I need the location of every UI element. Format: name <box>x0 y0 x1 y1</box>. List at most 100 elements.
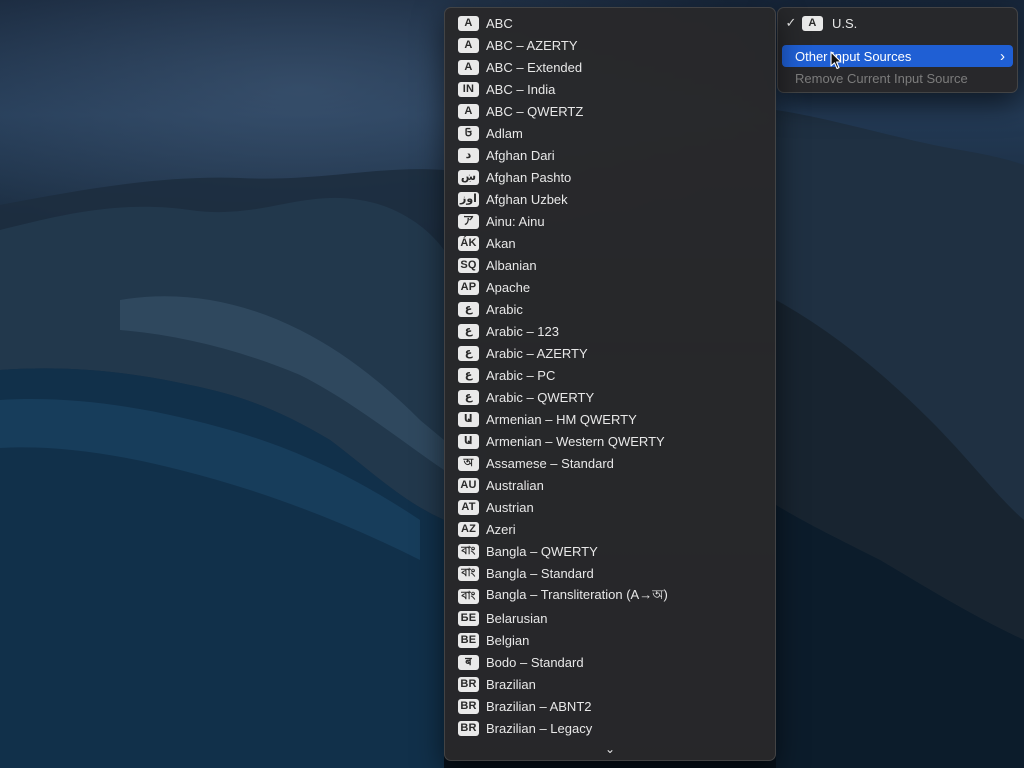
input-source-badge-icon: BR <box>458 676 479 692</box>
input-source-badge-icon: 𞤀 <box>458 125 479 141</box>
input-source-item[interactable]: BR Brazilian <box>458 673 536 695</box>
input-source-label: Arabic – PC <box>486 367 556 383</box>
input-source-badge-icon: ع <box>458 323 479 339</box>
input-source-badge-icon: ع <box>458 345 479 361</box>
input-source-label: Bangla – Standard <box>486 565 594 581</box>
input-source-item[interactable]: SQ Albanian <box>458 254 537 276</box>
input-source-badge-icon: IN <box>458 81 479 97</box>
input-source-item[interactable]: AZ Azeri <box>458 518 516 540</box>
input-source-label: Brazilian – ABNT2 <box>486 698 592 714</box>
input-source-label: Armenian – HM QWERTY <box>486 411 637 427</box>
mouse-pointer-icon <box>830 51 842 70</box>
input-source-item[interactable]: BE Belgian <box>458 629 529 651</box>
input-source-item[interactable]: ع Arabic – PC <box>458 364 555 386</box>
input-source-item[interactable]: БЕ Belarusian <box>458 607 547 629</box>
input-source-item[interactable]: বাং Bangla – Transliteration (A→অ) <box>458 585 668 607</box>
input-source-label: Arabic <box>486 301 523 317</box>
input-source-label: Arabic – 123 <box>486 323 559 339</box>
input-source-item[interactable]: ع Arabic – 123 <box>458 320 559 342</box>
input-source-badge-icon: ア <box>458 213 479 229</box>
input-source-badge-icon: বাং <box>458 588 479 604</box>
input-source-item[interactable]: বাং Bangla – QWERTY <box>458 540 598 562</box>
input-source-badge-icon: A <box>458 103 479 119</box>
input-source-label: ABC – QWERTZ <box>486 103 584 119</box>
input-source-item[interactable]: ع Arabic – AZERTY <box>458 342 588 364</box>
input-source-label: ABC – India <box>486 81 556 97</box>
input-source-item[interactable]: AT Austrian <box>458 496 534 518</box>
input-source-item[interactable]: 𞤀 Adlam <box>458 122 523 144</box>
input-source-label: ABC – AZERTY <box>486 37 578 53</box>
input-source-item[interactable]: ع Arabic <box>458 298 523 320</box>
input-source-item[interactable]: A ABC – QWERTZ <box>458 100 583 122</box>
input-source-label: Australian <box>486 477 544 493</box>
input-source-us-label: U.S. <box>832 15 858 31</box>
input-source-badge-icon: BR <box>458 720 479 736</box>
input-source-item[interactable]: A ABC – Extended <box>458 56 582 78</box>
input-source-badge-icon: A <box>458 15 479 31</box>
input-source-badge-icon: Ա <box>458 433 479 449</box>
input-source-item[interactable]: ښ Afghan Pashto <box>458 166 571 188</box>
input-source-item[interactable]: AP Apache <box>458 276 530 298</box>
input-source-item[interactable]: اوز Afghan Uzbek <box>458 188 568 210</box>
other-input-sources-submenu: A ABC A ABC – AZERTY A ABC – Extended IN ABC – … <box>444 7 776 761</box>
input-source-us[interactable]: ✓ A U.S. <box>782 12 1013 34</box>
input-source-badge-icon: ÁK <box>458 235 479 251</box>
input-source-badge-icon: A <box>458 59 479 75</box>
input-source-label: Azeri <box>486 521 516 537</box>
input-source-label: Belarusian <box>486 610 548 626</box>
input-source-label: Akan <box>486 235 516 251</box>
input-source-item[interactable]: ع Arabic – QWERTY <box>458 386 594 408</box>
input-source-badge-icon: ع <box>458 301 479 317</box>
input-source-item[interactable]: ÁK Akan <box>458 232 516 254</box>
input-source-badge-icon: ब <box>458 654 479 670</box>
input-source-label: Bodo – Standard <box>486 654 584 670</box>
input-source-item[interactable]: AU Australian <box>458 474 544 496</box>
input-source-label: Afghan Dari <box>486 147 555 163</box>
input-source-label: Albanian <box>486 257 537 273</box>
input-source-badge-icon: SQ <box>458 257 479 273</box>
input-source-badge-icon: অ <box>458 455 479 471</box>
us-flag-badge-icon: A <box>802 15 823 31</box>
input-source-badge-icon: BR <box>458 698 479 714</box>
input-source-label: Arabic – AZERTY <box>486 345 588 361</box>
input-source-badge-icon: AZ <box>458 521 479 537</box>
input-source-item[interactable]: A ABC <box>458 12 513 34</box>
input-source-badge-icon: Ա <box>458 411 479 427</box>
input-source-label: Bangla – QWERTY <box>486 543 598 559</box>
input-source-badge-icon: اوز <box>458 191 479 207</box>
remove-current-input-source-item: Remove Current Input Source <box>782 67 1013 89</box>
input-source-label: ABC <box>486 15 513 31</box>
input-source-item[interactable]: অ Assamese – Standard <box>458 452 614 474</box>
input-source-item[interactable]: A ABC – AZERTY <box>458 34 578 56</box>
input-source-badge-icon: বাং <box>458 565 479 581</box>
input-source-item[interactable]: BR Brazilian – ABNT2 <box>458 695 592 717</box>
input-source-badge-icon: د <box>458 147 479 163</box>
input-source-badge-icon: БЕ <box>458 610 479 626</box>
input-source-label: Ainu: Ainu <box>486 213 545 229</box>
input-source-label: Brazilian <box>486 676 536 692</box>
input-source-item[interactable]: Ա Armenian – HM QWERTY <box>458 408 637 430</box>
input-source-item[interactable]: ब Bodo – Standard <box>458 651 584 673</box>
input-source-item[interactable]: IN ABC – India <box>458 78 555 100</box>
other-input-sources-label: Other Input Sources <box>795 48 912 64</box>
input-source-badge-icon: AP <box>458 279 479 295</box>
input-source-label: Austrian <box>486 499 534 515</box>
input-source-badge-icon: ع <box>458 389 479 405</box>
chevron-right-icon: › <box>1000 47 1005 65</box>
input-source-label: Afghan Pashto <box>486 169 572 185</box>
input-source-label: Brazilian – Legacy <box>486 720 593 736</box>
input-source-badge-icon: AT <box>458 499 479 515</box>
other-input-sources-item[interactable]: Other Input Sources › <box>782 45 1013 67</box>
chevron-down-icon[interactable]: ⌄ <box>445 742 775 758</box>
input-source-item[interactable]: ア Ainu: Ainu <box>458 210 545 232</box>
input-source-badge-icon: ع <box>458 367 479 383</box>
input-source-label: Armenian – Western QWERTY <box>486 433 665 449</box>
input-source-label: ABC – Extended <box>486 59 583 75</box>
input-source-label: Arabic – QWERTY <box>486 389 595 405</box>
checkmark-icon: ✓ <box>785 15 797 30</box>
input-source-item[interactable]: د Afghan Dari <box>458 144 555 166</box>
input-source-item[interactable]: Ա Armenian – Western QWERTY <box>458 430 665 452</box>
input-source-item[interactable]: বাং Bangla – Standard <box>458 562 594 584</box>
input-source-item[interactable]: BR Brazilian – Legacy <box>458 717 592 739</box>
remove-current-input-source-label: Remove Current Input Source <box>795 70 968 86</box>
